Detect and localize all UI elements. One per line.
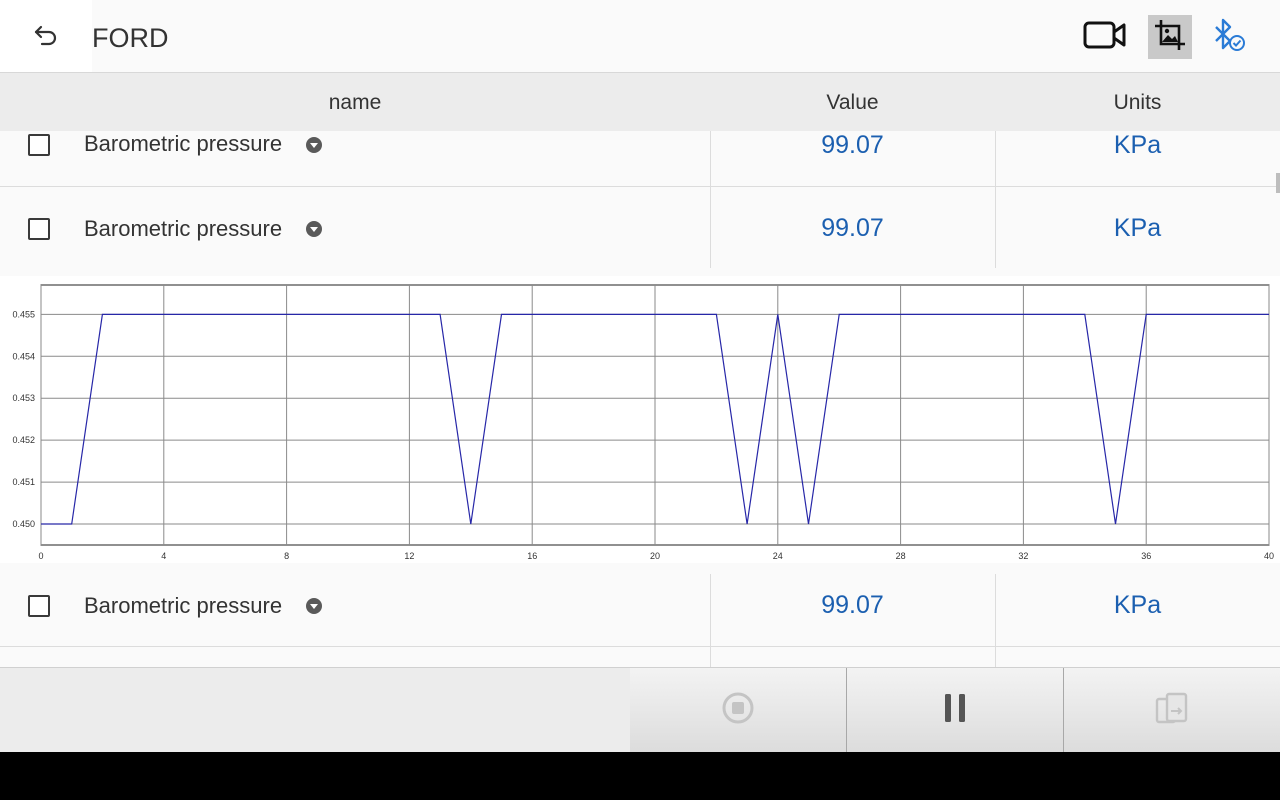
stop-record-icon [721, 691, 755, 730]
line-chart: 0 4 8 12 16 20 24 28 32 36 40 0.450 0.451 0.452 0.453 0… [12, 284, 1274, 561]
parameter-value: 99.07 [821, 131, 884, 159]
x-tick-label: 8 [284, 551, 289, 561]
y-tick-label: 0.454 [12, 351, 35, 361]
x-tick-label: 36 [1141, 551, 1151, 561]
x-tick-label: 24 [773, 551, 783, 561]
parameter-unit: KPa [1113, 131, 1162, 159]
y-tick-label: 0.450 [12, 519, 35, 529]
image-crop-icon [1153, 18, 1187, 57]
row-checkbox[interactable] [28, 134, 50, 156]
pause-button[interactable] [847, 668, 1063, 752]
x-tick-label: 4 [161, 551, 166, 561]
bottom-toolbar [0, 667, 1280, 752]
parameter-name: Barometric pressure [84, 593, 283, 618]
y-tick-label: 0.452 [12, 435, 35, 445]
row-checkbox[interactable] [28, 595, 50, 617]
screenshot-button[interactable] [1148, 15, 1192, 59]
y-tick-label: 0.453 [12, 393, 35, 403]
export-button[interactable] [1064, 668, 1280, 752]
column-divider [995, 647, 996, 667]
parameter-chart: 0 4 8 12 16 20 24 28 32 36 40 0.450 0.451 0.452 0.453 0… [0, 276, 1280, 563]
bluetooth-connected-icon [1208, 15, 1248, 60]
table-row[interactable]: Barometric pressure 99.07 KPa [0, 566, 1280, 647]
page-title: FORD [92, 23, 169, 53]
table-row[interactable]: Barometric pressure 99.07 KPa [0, 131, 1280, 187]
parameter-name: Barometric pressure [84, 216, 283, 241]
chevron-down-icon[interactable] [306, 137, 322, 153]
pause-icon [943, 692, 967, 729]
parameter-name: Barometric pressure [84, 131, 283, 156]
x-tick-label: 12 [404, 551, 414, 561]
scrollbar[interactable] [1276, 173, 1280, 193]
video-camera-icon [1083, 20, 1127, 55]
table-header: name Value Units [0, 73, 1280, 131]
back-arrow-icon [32, 20, 60, 53]
x-tick-label: 20 [650, 551, 660, 561]
column-divider [710, 647, 711, 667]
parameter-unit: KPa [1113, 591, 1162, 619]
row-checkbox[interactable] [28, 218, 50, 240]
top-bar: FORD [0, 0, 1280, 73]
x-tick-label: 32 [1018, 551, 1028, 561]
column-header-value: Value [826, 91, 879, 114]
chevron-down-icon[interactable] [306, 221, 322, 237]
table-row[interactable]: Barometric pressure 99.07 KPa [0, 187, 1280, 268]
x-tick-label: 16 [527, 551, 537, 561]
parameter-value: 99.07 [821, 591, 884, 619]
x-tick-label: 40 [1264, 551, 1274, 561]
record-video-button[interactable] [1083, 15, 1127, 59]
parameter-unit: KPa [1113, 214, 1162, 242]
stop-button[interactable] [630, 668, 846, 752]
back-button[interactable] [0, 0, 92, 72]
x-tick-label: 0 [38, 551, 43, 561]
x-tick-label: 28 [896, 551, 906, 561]
parameter-value: 99.07 [821, 214, 884, 242]
chevron-down-icon[interactable] [306, 598, 322, 614]
app-window: FORD name Value Units Barometric pressur… [0, 0, 1280, 752]
column-header-units: Units [1113, 91, 1162, 114]
export-file-icon [1154, 690, 1190, 731]
y-tick-label: 0.455 [12, 309, 35, 319]
bluetooth-button[interactable] [1206, 15, 1250, 59]
y-tick-label: 0.451 [12, 477, 35, 487]
column-header-name: name [328, 91, 382, 114]
